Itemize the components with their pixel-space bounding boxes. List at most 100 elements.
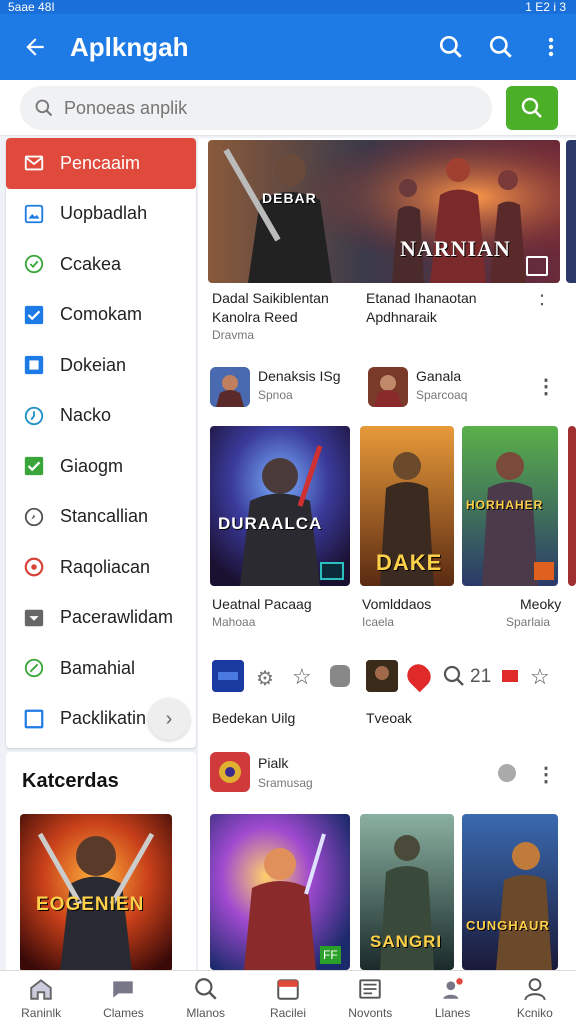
search-button-2[interactable] bbox=[476, 14, 526, 80]
more-button[interactable] bbox=[526, 14, 576, 80]
game-sub: Icaela bbox=[362, 615, 395, 629]
game-sub: Mahoaa bbox=[212, 615, 256, 629]
more-vert-icon[interactable]: ⋮ bbox=[536, 762, 556, 786]
tab-label: Kcniko bbox=[516, 1005, 553, 1020]
search-icon[interactable] bbox=[442, 664, 466, 693]
circle-slash-icon bbox=[22, 656, 46, 680]
compass-icon bbox=[22, 505, 46, 529]
tab-label: Racilei bbox=[269, 1005, 306, 1020]
bottom-tab-bar: Raninlk Clames Mlanos Racilei Novonts Ll… bbox=[0, 970, 576, 1024]
mail-icon bbox=[22, 151, 46, 175]
app-icon[interactable] bbox=[366, 660, 398, 692]
settings-icon[interactable]: ⚙ bbox=[256, 666, 274, 691]
sidebar-item-7[interactable]: Stancallian bbox=[6, 492, 196, 543]
sidebar-item-label: Giaogm bbox=[60, 455, 124, 476]
sidebar-item-4[interactable]: Dokeian bbox=[6, 340, 196, 391]
search-icon bbox=[35, 99, 53, 117]
sidebar-item-label: Pencaaim bbox=[60, 152, 141, 173]
game-corner-badge: FF bbox=[320, 946, 341, 964]
sidebar-item-5[interactable]: Nacko bbox=[6, 391, 196, 442]
tab-label: Llanes bbox=[434, 1005, 471, 1020]
banner-caption-right-1: Etanad Ihanaotan bbox=[366, 290, 477, 306]
sidebar-item-9[interactable]: Pacerawlidam bbox=[6, 593, 196, 644]
sidebar-expand-button[interactable]: › bbox=[148, 698, 190, 740]
app-name: Pialk bbox=[258, 755, 289, 771]
app-name: Ganala bbox=[416, 368, 462, 384]
sidebar-item-label: Dokeian bbox=[60, 354, 127, 375]
next-card-peek[interactable] bbox=[568, 426, 576, 586]
settings-icon[interactable] bbox=[498, 764, 516, 782]
next-banner-peek[interactable] bbox=[566, 140, 576, 283]
count-label: 21 bbox=[470, 666, 492, 687]
app-icon[interactable] bbox=[210, 752, 250, 792]
game-art-label: HORHAHER bbox=[466, 498, 544, 512]
game-card[interactable]: FF bbox=[210, 814, 350, 970]
search-submit-button[interactable] bbox=[506, 86, 558, 130]
game-card[interactable]: CUNGHAUR bbox=[462, 814, 558, 970]
image-corner-icon[interactable] bbox=[526, 256, 548, 276]
sidebar-item-0[interactable]: Pencaaim bbox=[6, 138, 196, 189]
game-card[interactable]: HORHAHER bbox=[462, 426, 558, 586]
more-dots-icon[interactable]: ⁚ bbox=[532, 288, 552, 312]
app-icon[interactable] bbox=[212, 660, 244, 692]
arrow-left-icon bbox=[26, 38, 44, 56]
search-row bbox=[0, 80, 576, 136]
sidebar-item-1[interactable]: Uopbadlah bbox=[6, 189, 196, 240]
sidebar-item-label: Bamahial bbox=[60, 657, 136, 678]
sidebar-item-label: Nacko bbox=[60, 405, 112, 426]
more-vert-icon[interactable]: ⋮ bbox=[536, 374, 556, 398]
sidebar-item-2[interactable]: Ccakea bbox=[6, 239, 196, 290]
square-icon bbox=[22, 353, 46, 377]
tab-search[interactable]: Mlanos bbox=[165, 971, 247, 1024]
tab-home[interactable]: Raninlk bbox=[0, 971, 82, 1024]
clock-icon bbox=[22, 404, 46, 428]
status-right: 1 E2 i 3 bbox=[525, 0, 566, 14]
tab-profile[interactable]: Kcniko bbox=[494, 971, 576, 1024]
calendar-icon bbox=[277, 978, 299, 1000]
featured-game-art[interactable]: EOGENIEN bbox=[20, 814, 172, 972]
sidebar-item-8[interactable]: Raqoliacan bbox=[6, 542, 196, 593]
app-bar: Aplkngah bbox=[0, 14, 576, 80]
banner-caption-left-1: Dadal Saikiblentan bbox=[212, 290, 329, 306]
featured-panel: Katcerdas EOGENIEN bbox=[6, 752, 196, 972]
search-button[interactable] bbox=[426, 14, 476, 80]
back-button[interactable] bbox=[0, 14, 70, 80]
tab-inbox[interactable]: Novonts bbox=[329, 971, 411, 1024]
tab-label: Clames bbox=[103, 1005, 144, 1020]
game-art-label: DURAALCA bbox=[218, 514, 323, 533]
app-sub: Sparcoaq bbox=[416, 388, 468, 402]
checkbox-green-icon bbox=[22, 454, 46, 478]
flag-icon[interactable] bbox=[502, 670, 518, 682]
sidebar-item-10[interactable]: Bamahial bbox=[6, 643, 196, 694]
tab-calendar[interactable]: Racilei bbox=[247, 971, 329, 1024]
inbox-icon bbox=[359, 978, 381, 999]
featured-art-label: EOGENIEN bbox=[36, 894, 145, 915]
featured-heading: Katcerdas bbox=[22, 770, 119, 792]
sidebar-item-3[interactable]: Comokam bbox=[6, 290, 196, 341]
tab-people[interactable]: Llanes bbox=[411, 971, 493, 1024]
app-sub: Sramusag bbox=[258, 776, 313, 790]
category-sidebar: Pencaaim Uopbadlah Ccakea Comokam Dokeia… bbox=[6, 138, 196, 748]
star-outline-icon[interactable]: ☆ bbox=[530, 664, 550, 690]
app-icon[interactable] bbox=[210, 367, 250, 407]
search-icon bbox=[521, 97, 542, 118]
location-pin-icon[interactable] bbox=[402, 659, 436, 693]
game-card[interactable]: DURAALCA bbox=[210, 426, 350, 586]
sidebar-item-label: Raqoliacan bbox=[60, 556, 151, 577]
banner-card[interactable]: DEBAR NARNIAN bbox=[208, 140, 560, 283]
banner-caption-right-2: Apdhnaraik bbox=[366, 309, 437, 325]
search-input[interactable] bbox=[64, 97, 464, 119]
banner-caption-left-3: Dravma bbox=[212, 328, 255, 342]
star-outline-icon[interactable]: ☆ bbox=[292, 664, 312, 690]
game-sub: Sparlaia bbox=[506, 615, 551, 629]
search-box bbox=[20, 86, 492, 130]
sidebar-item-6[interactable]: Giaogm bbox=[6, 441, 196, 492]
tab-chat[interactable]: Clames bbox=[82, 971, 164, 1024]
app-icon[interactable] bbox=[368, 367, 408, 407]
tab-label: Mlanos bbox=[186, 1005, 226, 1020]
sidebar-item-label: Ccakea bbox=[60, 253, 122, 274]
game-card[interactable]: DAKE bbox=[360, 426, 454, 586]
game-title: Ueatnal Pacaag bbox=[212, 596, 312, 612]
shield-icon[interactable] bbox=[330, 665, 350, 687]
game-card[interactable]: SANGRI bbox=[360, 814, 454, 970]
